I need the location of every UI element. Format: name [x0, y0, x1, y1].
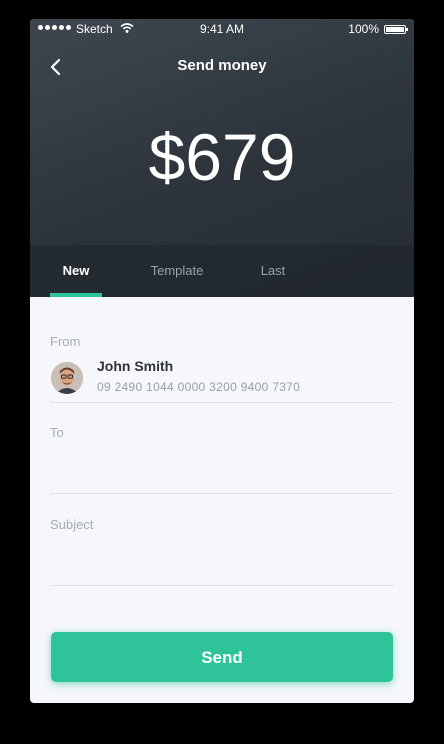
sender-account-number: 09 2490 1044 0000 3200 9400 7370: [97, 380, 301, 394]
tab-last[interactable]: Last: [240, 245, 306, 297]
avatar-image: [51, 362, 83, 394]
from-divider: [50, 402, 394, 403]
status-bar: Sketch 9:41 AM 100%: [30, 19, 414, 41]
tab-bar: New Template Last: [30, 245, 414, 297]
phone-screen: Sketch 9:41 AM 100% Send money $679 New …: [30, 19, 414, 703]
amount-display: $679: [148, 120, 296, 194]
page-title: Send money: [177, 57, 267, 74]
subject-input[interactable]: [50, 551, 398, 579]
tab-new[interactable]: New: [30, 245, 122, 297]
from-label: From: [50, 334, 81, 349]
sender-name: John Smith: [97, 358, 174, 374]
send-button[interactable]: Send: [51, 632, 393, 682]
header: Sketch 9:41 AM 100% Send money $679 New …: [30, 19, 414, 297]
to-label: To: [50, 425, 64, 440]
battery-icon: [384, 25, 408, 34]
to-divider: [50, 493, 394, 494]
to-input[interactable]: [50, 459, 398, 487]
subject-label: Subject: [50, 517, 94, 532]
subject-divider: [50, 585, 394, 586]
tab-template[interactable]: Template: [132, 245, 222, 297]
battery-percent: 100%: [348, 22, 379, 36]
avatar[interactable]: [51, 362, 83, 394]
active-tab-indicator: [50, 293, 102, 297]
